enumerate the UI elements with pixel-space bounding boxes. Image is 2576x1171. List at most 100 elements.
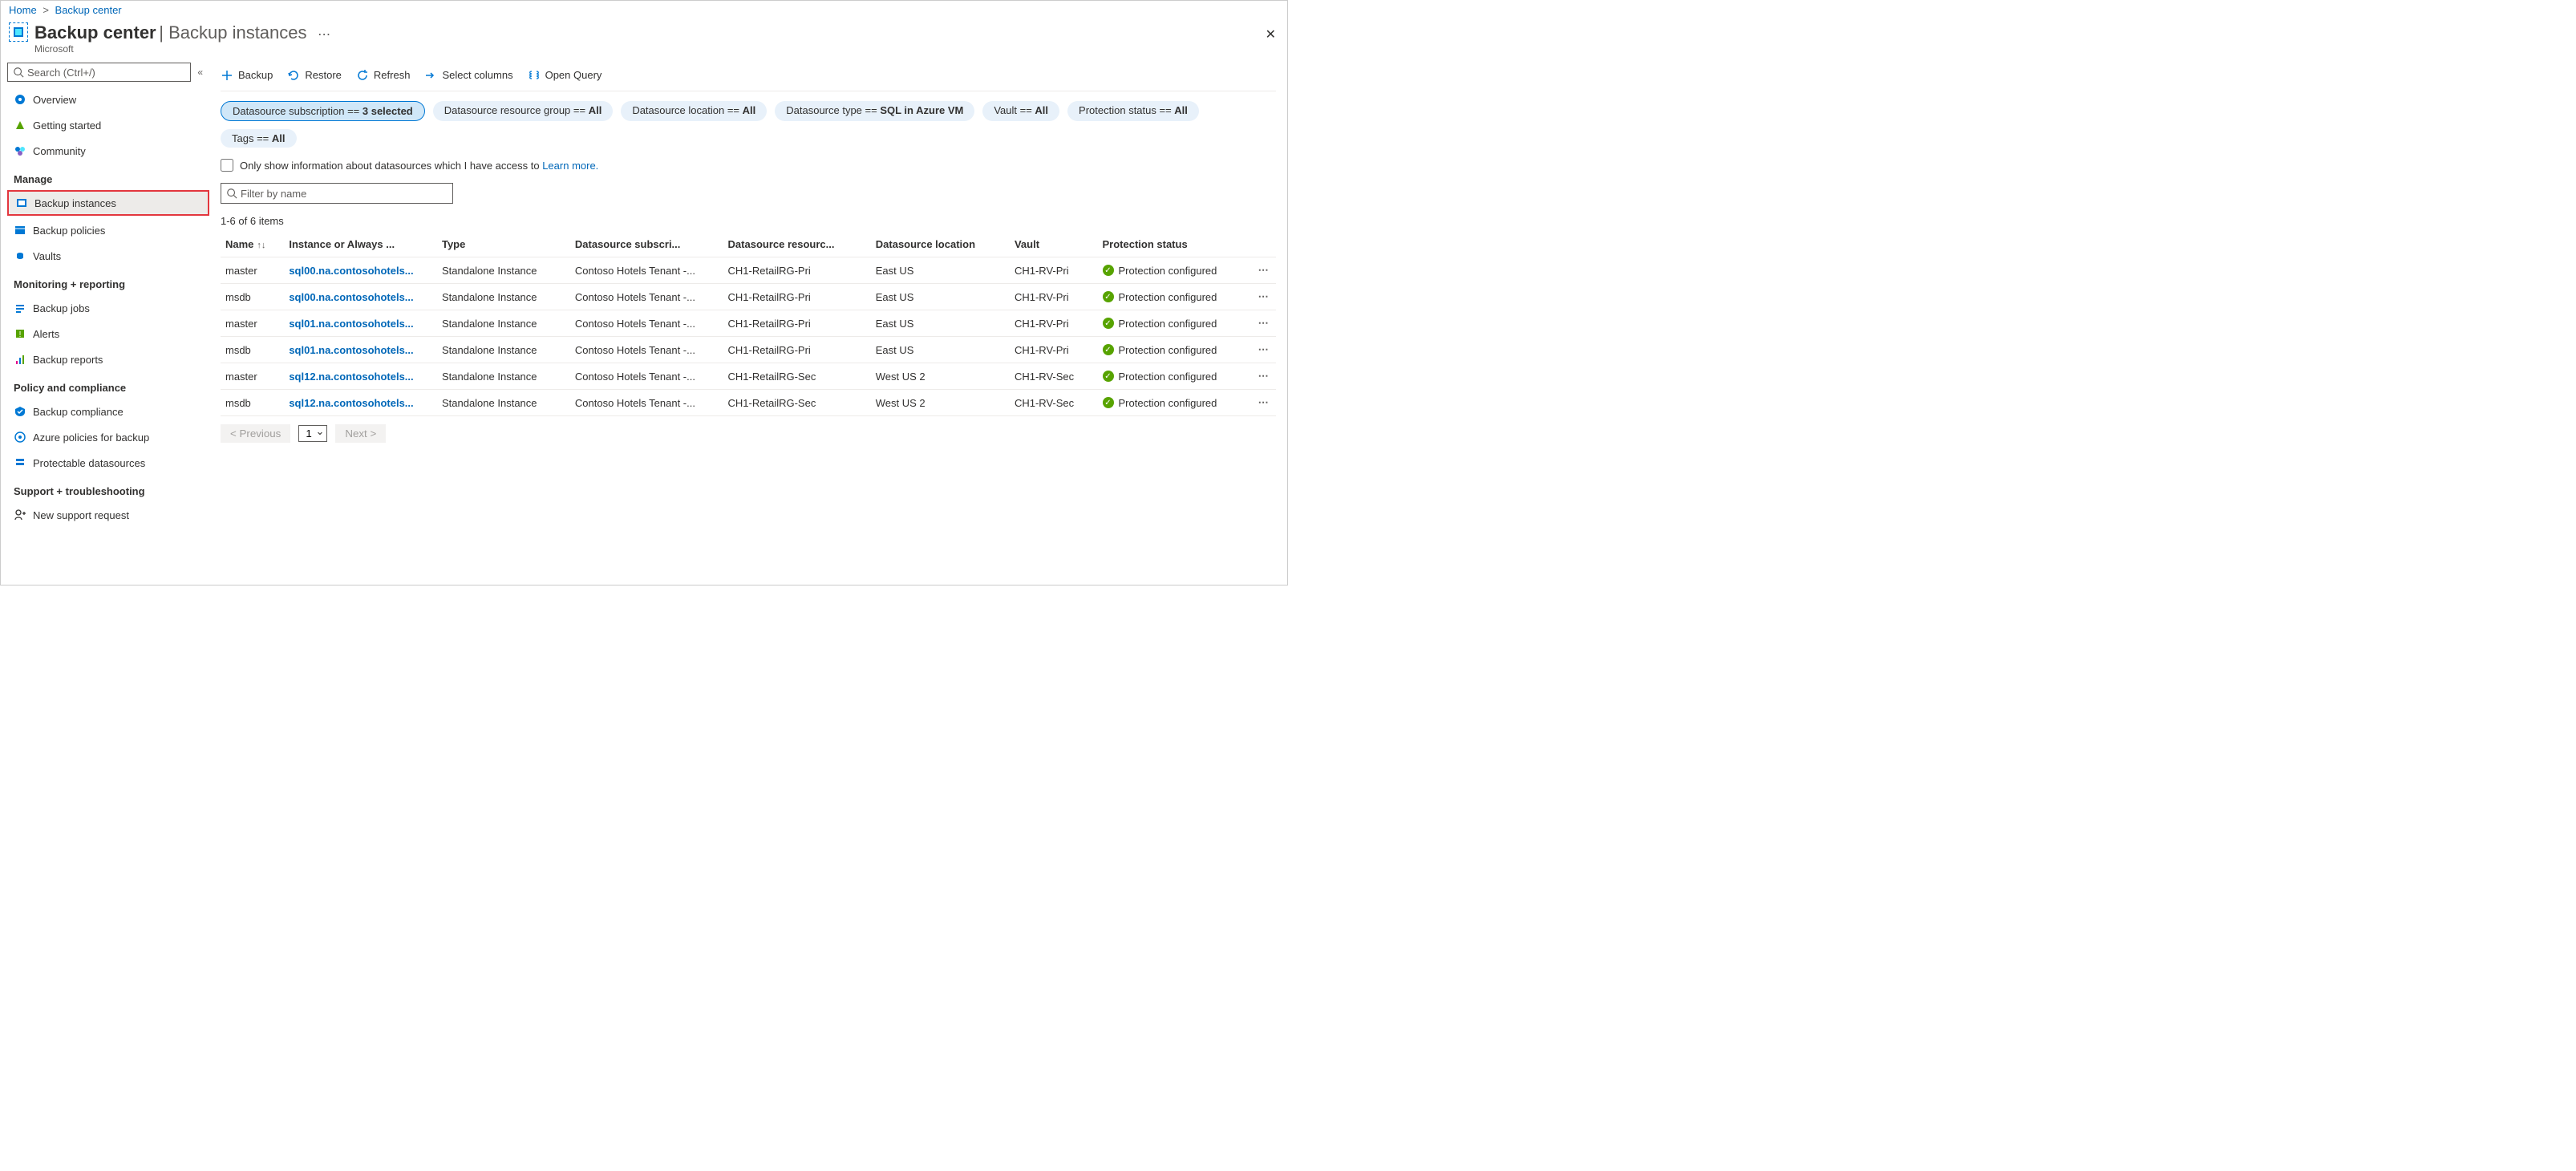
- sidebar-item-backup-instances[interactable]: Backup instances: [7, 190, 209, 216]
- row-menu-icon[interactable]: ⋯: [1250, 310, 1276, 337]
- cell-instance-link[interactable]: sql12.na.contosohotels...: [284, 390, 437, 416]
- backup-button[interactable]: Backup: [221, 69, 273, 82]
- table-row[interactable]: msdbsql01.na.contosohotels...Standalone …: [221, 337, 1276, 363]
- cell-location: East US: [871, 337, 1010, 363]
- restore-button[interactable]: Restore: [287, 69, 342, 82]
- breadcrumb-home[interactable]: Home: [9, 4, 37, 16]
- row-menu-icon[interactable]: ⋯: [1250, 363, 1276, 390]
- search-icon: [13, 67, 24, 78]
- table-row[interactable]: mastersql01.na.contosohotels...Standalon…: [221, 310, 1276, 337]
- row-menu-icon[interactable]: ⋯: [1250, 257, 1276, 284]
- sidebar-item-label: Getting started: [33, 120, 101, 132]
- learn-more-link[interactable]: Learn more.: [542, 160, 598, 172]
- col-name[interactable]: Name↑↓: [221, 232, 284, 257]
- col-rg[interactable]: Datasource resourc...: [723, 232, 871, 257]
- next-button[interactable]: Next >: [335, 424, 386, 443]
- cell-vault: CH1-RV-Pri: [1010, 284, 1098, 310]
- sidebar-item-backup-policies[interactable]: Backup policies: [7, 217, 209, 243]
- sidebar-item-vaults[interactable]: Vaults: [7, 243, 209, 269]
- success-icon: [1103, 344, 1114, 355]
- filter-by-name-input[interactable]: Filter by name: [221, 183, 453, 204]
- nav-icon: [14, 431, 26, 444]
- col-vault[interactable]: Vault: [1010, 232, 1098, 257]
- cell-status: Protection configured: [1098, 257, 1251, 284]
- cell-rg: CH1-RetailRG-Pri: [723, 337, 871, 363]
- col-type[interactable]: Type: [437, 232, 570, 257]
- access-checkbox[interactable]: [221, 159, 233, 172]
- cell-name: msdb: [221, 390, 284, 416]
- sidebar-item-alerts[interactable]: !Alerts: [7, 321, 209, 346]
- col-status[interactable]: Protection status: [1098, 232, 1251, 257]
- sidebar-item-label: Protectable datasources: [33, 457, 145, 469]
- select-columns-button[interactable]: Select columns: [424, 69, 512, 82]
- sidebar-item-protectable-datasources[interactable]: Protectable datasources: [7, 450, 209, 476]
- row-menu-icon[interactable]: ⋯: [1250, 337, 1276, 363]
- table-row[interactable]: mastersql12.na.contosohotels...Standalon…: [221, 363, 1276, 390]
- cell-type: Standalone Instance: [437, 257, 570, 284]
- nav-icon: !: [14, 327, 26, 340]
- nav-icon: [14, 119, 26, 132]
- nav-icon: [14, 353, 26, 366]
- cell-location: West US 2: [871, 390, 1010, 416]
- sidebar-item-backup-jobs[interactable]: Backup jobs: [7, 295, 209, 321]
- cell-type: Standalone Instance: [437, 363, 570, 390]
- cell-instance-link[interactable]: sql12.na.contosohotels...: [284, 363, 437, 390]
- instances-table: Name↑↓ Instance or Always ... Type Datas…: [221, 232, 1276, 416]
- table-row[interactable]: msdbsql12.na.contosohotels...Standalone …: [221, 390, 1276, 416]
- filter-pills: Datasource subscription == 3 selected Da…: [221, 91, 1276, 154]
- filter-subscription[interactable]: Datasource subscription == 3 selected: [221, 101, 425, 121]
- open-query-button[interactable]: Open Query: [528, 69, 602, 82]
- sidebar-section-support-troubleshooting: Support + troubleshooting: [7, 476, 209, 502]
- prev-button[interactable]: < Previous: [221, 424, 290, 443]
- sidebar-section-policy-and-compliance: Policy and compliance: [7, 372, 209, 399]
- sidebar-item-getting-started[interactable]: Getting started: [7, 112, 209, 138]
- filter-tags[interactable]: Tags == All: [221, 129, 297, 148]
- nav-icon: [14, 456, 26, 469]
- cell-rg: CH1-RetailRG-Sec: [723, 390, 871, 416]
- col-subscription[interactable]: Datasource subscri...: [570, 232, 723, 257]
- table-row[interactable]: mastersql00.na.contosohotels...Standalon…: [221, 257, 1276, 284]
- search-input[interactable]: Search (Ctrl+/): [7, 63, 191, 82]
- row-menu-icon[interactable]: ⋯: [1250, 284, 1276, 310]
- page-select[interactable]: 1: [298, 425, 327, 442]
- refresh-button[interactable]: Refresh: [356, 69, 411, 82]
- sidebar-item-new-support-request[interactable]: New support request: [7, 502, 209, 528]
- col-location[interactable]: Datasource location: [871, 232, 1010, 257]
- sidebar-item-overview[interactable]: Overview: [7, 87, 209, 112]
- cell-instance-link[interactable]: sql00.na.contosohotels...: [284, 284, 437, 310]
- cell-vault: CH1-RV-Pri: [1010, 337, 1098, 363]
- row-menu-icon[interactable]: ⋯: [1250, 390, 1276, 416]
- nav-icon: [14, 405, 26, 418]
- main-content: Backup Restore Refresh Select columns Op…: [209, 59, 1287, 586]
- filter-vault[interactable]: Vault == All: [982, 101, 1059, 121]
- breadcrumb-current[interactable]: Backup center: [55, 4, 122, 16]
- cell-type: Standalone Instance: [437, 310, 570, 337]
- cell-name: msdb: [221, 337, 284, 363]
- access-checkbox-label: Only show information about datasources …: [240, 160, 598, 172]
- header-more-icon[interactable]: ⋯: [318, 28, 330, 42]
- filter-location[interactable]: Datasource location == All: [621, 101, 767, 121]
- close-icon[interactable]: ✕: [1266, 26, 1276, 43]
- filter-protection[interactable]: Protection status == All: [1067, 101, 1199, 121]
- sidebar-item-backup-compliance[interactable]: Backup compliance: [7, 399, 209, 424]
- sidebar-item-azure-policies-for-backup[interactable]: Azure policies for backup: [7, 424, 209, 450]
- collapse-sidebar-icon[interactable]: «: [197, 67, 203, 78]
- filter-resource-group[interactable]: Datasource resource group == All: [433, 101, 614, 121]
- header: Backup center | Backup instances ⋯ Micro…: [1, 19, 1287, 59]
- cell-rg: CH1-RetailRG-Pri: [723, 257, 871, 284]
- cell-instance-link[interactable]: sql00.na.contosohotels...: [284, 257, 437, 284]
- filter-type[interactable]: Datasource type == SQL in Azure VM: [775, 101, 974, 121]
- cell-type: Standalone Instance: [437, 390, 570, 416]
- cell-subscription: Contoso Hotels Tenant -...: [570, 390, 723, 416]
- sidebar-item-community[interactable]: Community: [7, 138, 209, 164]
- table-row[interactable]: msdbsql00.na.contosohotels...Standalone …: [221, 284, 1276, 310]
- success-icon: [1103, 318, 1114, 329]
- cell-vault: CH1-RV-Pri: [1010, 310, 1098, 337]
- cell-instance-link[interactable]: sql01.na.contosohotels...: [284, 337, 437, 363]
- cell-instance-link[interactable]: sql01.na.contosohotels...: [284, 310, 437, 337]
- sidebar-item-backup-reports[interactable]: Backup reports: [7, 346, 209, 372]
- col-instance[interactable]: Instance or Always ...: [284, 232, 437, 257]
- nav-icon: [14, 249, 26, 262]
- cell-vault: CH1-RV-Pri: [1010, 257, 1098, 284]
- cell-name: msdb: [221, 284, 284, 310]
